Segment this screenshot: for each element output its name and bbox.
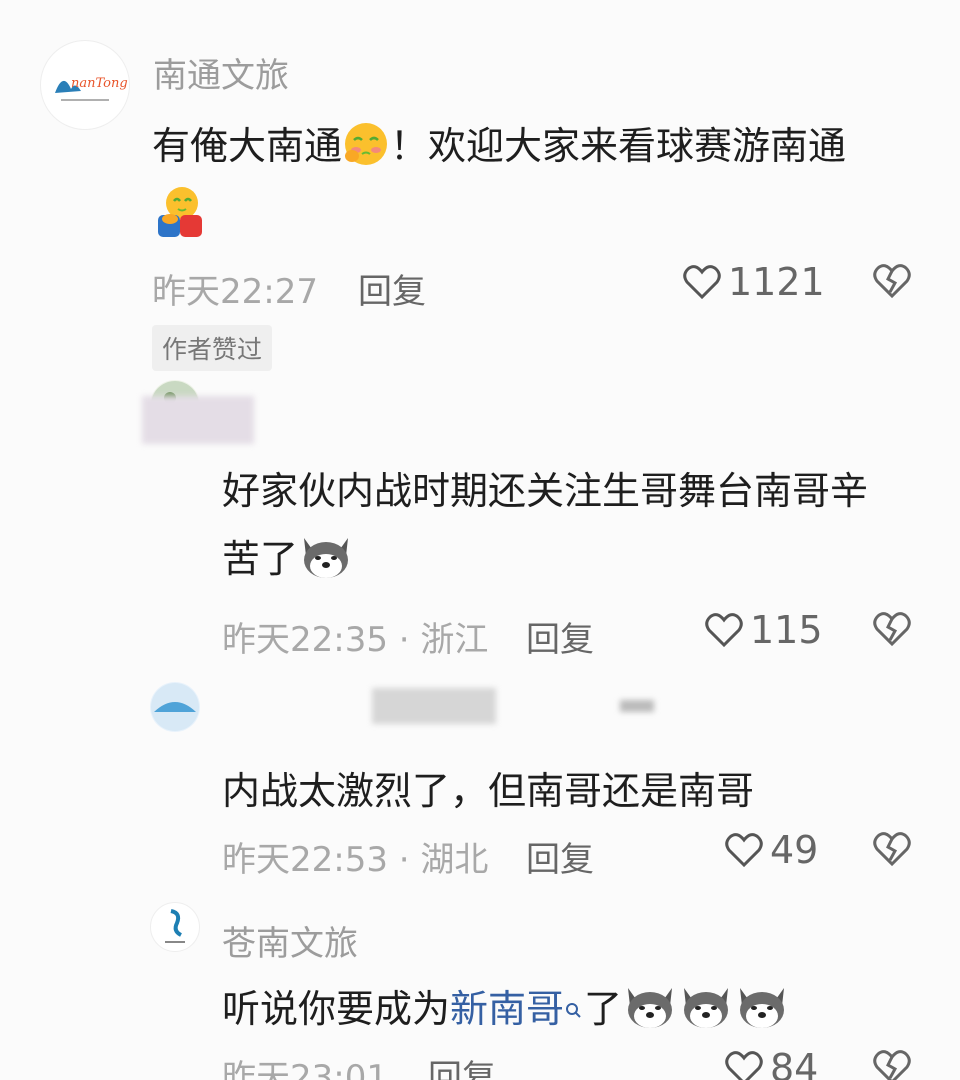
husky-dog-icon [622, 982, 678, 1041]
user-avatar-icon [151, 683, 199, 731]
reply-button[interactable]: 回复 [428, 1050, 496, 1080]
broken-heart-icon [873, 264, 911, 299]
like-count: 84 [770, 1046, 819, 1080]
comment-item: nanTong 南通文旅 有俺大南通 ！欢迎大家来看球赛游南通 昨天22:27 … [0, 0, 960, 380]
redacted-username [372, 688, 496, 724]
comment-time: 昨天23:01 [222, 1058, 388, 1080]
search-icon[interactable] [564, 990, 584, 1034]
husky-dog-icon [678, 982, 734, 1041]
blushing-face-icon [342, 120, 390, 177]
like-button[interactable]: 84 [724, 1046, 818, 1080]
reply-button[interactable]: 回复 [526, 612, 594, 661]
comment-time: 昨天22:27 [152, 272, 318, 312]
husky-dog-icon [298, 532, 354, 591]
like-count: 1121 [728, 260, 825, 304]
broken-heart-icon [873, 612, 911, 647]
username[interactable]: 南通文旅 [153, 48, 289, 97]
dislike-button[interactable] [872, 1048, 912, 1080]
comment-item: 好家伙内战时期还关注生哥舞台南哥辛 苦了 昨天22:35 · 浙江 回复 115 [0, 380, 960, 680]
dislike-button[interactable] [872, 830, 912, 870]
broken-heart-icon [873, 832, 911, 867]
svg-text:nanTong: nanTong [71, 76, 128, 91]
like-button[interactable]: 115 [704, 608, 823, 652]
redacted-username-tail [620, 700, 654, 712]
comment-list: nanTong 南通文旅 有俺大南通 ！欢迎大家来看球赛游南通 昨天22:27 … [0, 0, 960, 1080]
husky-dog-icon [734, 982, 790, 1041]
comment-text: 好家伙内战时期还关注生哥舞台南哥辛 [222, 469, 869, 513]
avatar[interactable] [150, 682, 200, 732]
username[interactable]: 苍南文旅 [222, 916, 358, 965]
like-button[interactable]: 1121 [682, 260, 825, 304]
hugging-face-icon [152, 183, 208, 248]
like-count: 49 [770, 828, 819, 872]
comment-time: 昨天22:53 · 湖北 [222, 840, 489, 880]
heart-outline-icon [683, 265, 721, 300]
nantong-logo-icon: nanTong [55, 76, 128, 101]
cangnan-logo-icon [165, 909, 185, 943]
author-liked-badge: 作者赞过 [152, 325, 273, 371]
broken-heart-icon [873, 1050, 911, 1080]
comment-text-line2 [152, 183, 208, 248]
like-button[interactable]: 49 [724, 828, 818, 872]
dislike-button[interactable] [872, 610, 912, 650]
heart-outline-icon [725, 833, 763, 868]
comment-text: 内战太激烈了，但南哥还是南哥 [222, 769, 755, 813]
like-count: 115 [750, 608, 823, 652]
dislike-button[interactable] [872, 262, 912, 302]
heart-outline-icon [705, 613, 743, 648]
comment-text: 有俺大南通 ！欢迎大家来看球赛游南通 [152, 115, 846, 177]
redacted-username [142, 396, 254, 444]
reply-button[interactable]: 回复 [526, 832, 594, 881]
comment-text-line2: 苦了 [222, 528, 354, 591]
avatar[interactable] [150, 902, 200, 952]
comment-time: 昨天22:35 · 浙江 [222, 620, 489, 660]
comment-item: 内战太激烈了，但南哥还是南哥 昨天22:53 · 湖北 回复 49 [0, 680, 960, 890]
avatar[interactable]: nanTong [40, 40, 130, 130]
heart-outline-icon [725, 1051, 763, 1080]
comment-item: 苍南文旅 听说你要成为新南哥了 昨天23:01 回复 84 [0, 890, 960, 1080]
topic-link[interactable]: 新南哥 [450, 987, 564, 1031]
comment-text: 听说你要成为新南哥了 [222, 978, 790, 1041]
reply-button[interactable]: 回复 [358, 264, 426, 313]
